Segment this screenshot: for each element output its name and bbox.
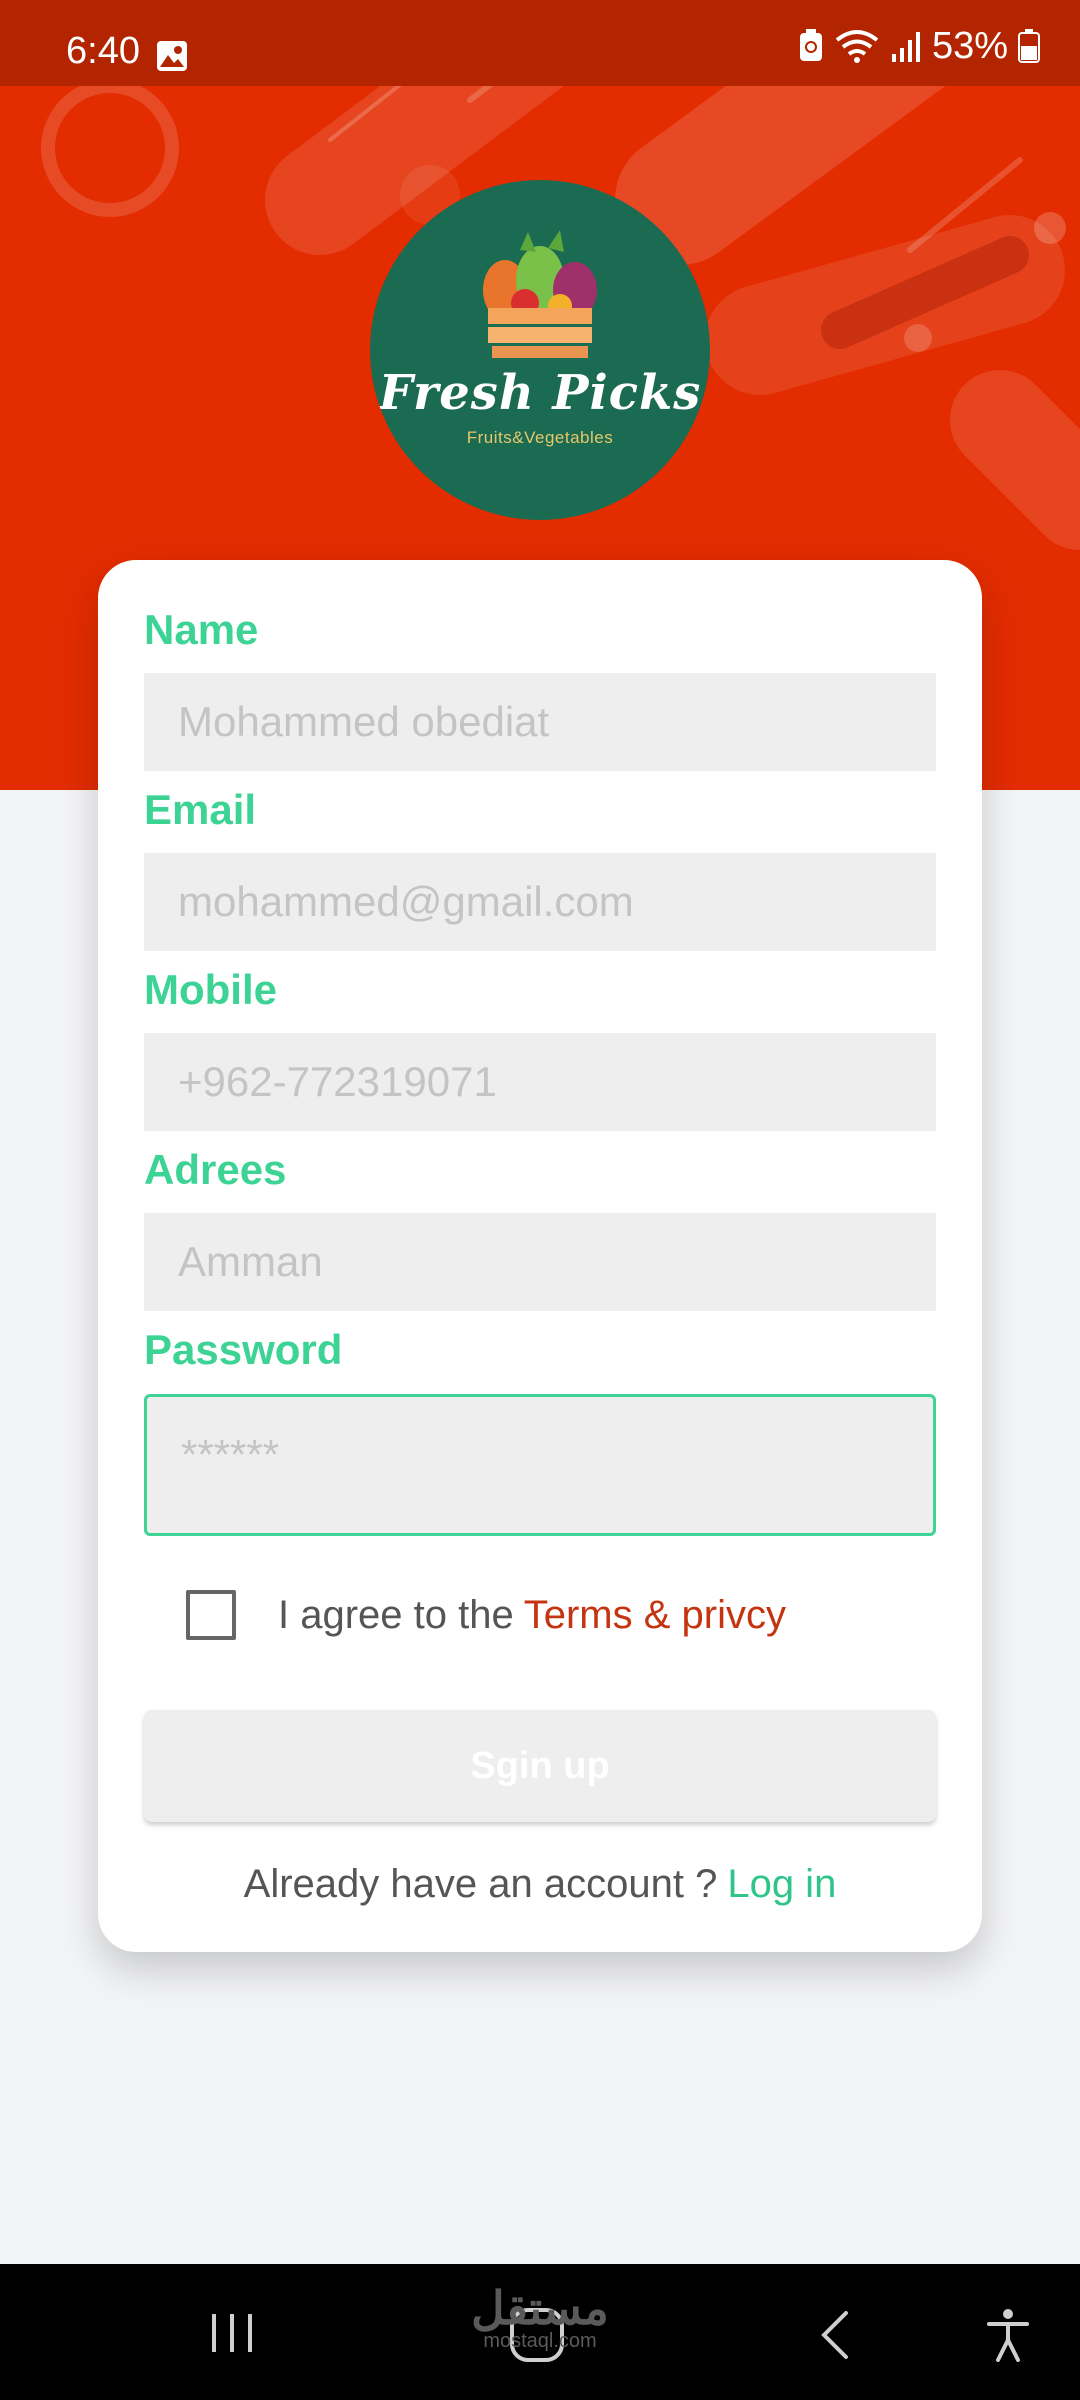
- wifi-icon: [835, 30, 879, 63]
- status-icons: 53%: [798, 24, 1040, 67]
- battery-percent: 53%: [931, 24, 1008, 67]
- battery-saver-icon: [799, 29, 822, 61]
- back-icon[interactable]: [818, 2310, 852, 2360]
- agree-text: I agree to the Terms & privcy: [278, 1593, 786, 1638]
- agree-label: I agree to the: [278, 1592, 514, 1637]
- watermark-brand: مستقل: [471, 2282, 609, 2334]
- status-time: 6:40: [66, 30, 140, 72]
- terms-checkbox[interactable]: [186, 1590, 236, 1640]
- watermark: مستقل mostaql.com: [470, 2285, 610, 2351]
- name-label: Name: [144, 606, 259, 653]
- battery-icon: [1018, 29, 1040, 63]
- login-prompt-row: Already have an account ? Log in: [98, 1862, 982, 1907]
- status-bar: 6:40 53%: [0, 0, 1080, 86]
- password-input[interactable]: ******: [144, 1394, 936, 1536]
- mobile-label: Mobile: [144, 966, 277, 1013]
- watermark-domain: mostaql.com: [483, 2330, 597, 2352]
- signal-icon: [891, 32, 920, 62]
- app-logo: Fresh Picks Fruits&Vegetables: [370, 180, 710, 520]
- address-input[interactable]: Amman: [144, 1213, 936, 1311]
- logo-subtitle: Fruits&Vegetables: [466, 428, 614, 447]
- gallery-icon: [157, 41, 187, 71]
- email-label: Email: [144, 786, 257, 833]
- password-label: Password: [144, 1326, 343, 1373]
- name-input[interactable]: Mohammed obediat: [144, 673, 936, 771]
- recent-apps-icon[interactable]: [208, 2312, 256, 2354]
- mobile-input[interactable]: +962-772319071: [144, 1033, 936, 1131]
- vegetable-crate-icon: [483, 230, 597, 358]
- logo-title: Fresh Picks: [378, 365, 702, 421]
- login-link[interactable]: Log in: [727, 1862, 836, 1906]
- terms-link[interactable]: Terms & privcy: [524, 1593, 786, 1637]
- address-label: Adrees: [144, 1146, 287, 1193]
- terms-row: I agree to the Terms & privcy: [186, 1590, 786, 1640]
- accessibility-icon[interactable]: [986, 2308, 1030, 2362]
- signup-card: Name Mohammed obediat Email mohammed@gma…: [98, 560, 982, 1952]
- email-input[interactable]: mohammed@gmail.com: [144, 853, 936, 951]
- signup-button[interactable]: Sgin up: [144, 1710, 936, 1822]
- login-prompt: Already have an account ?: [243, 1862, 718, 1906]
